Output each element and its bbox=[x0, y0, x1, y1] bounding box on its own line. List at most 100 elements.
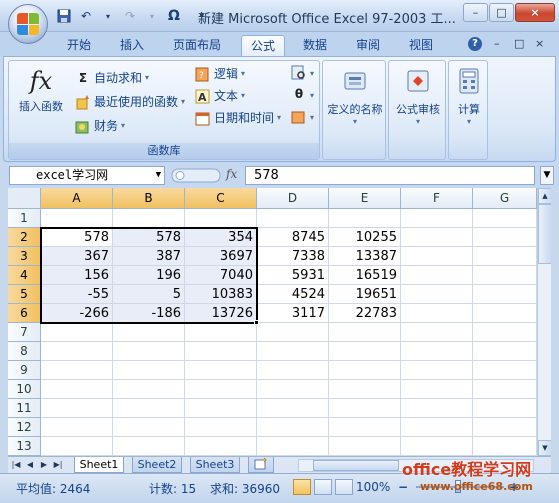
cell-g6[interactable] bbox=[473, 304, 537, 323]
cell-g2[interactable] bbox=[473, 228, 537, 247]
name-box[interactable]: excel学习网 ▼ bbox=[9, 166, 165, 185]
cell-g9[interactable] bbox=[473, 361, 537, 380]
expand-formula-bar-button[interactable]: ▼ bbox=[540, 166, 554, 185]
column-header-e[interactable]: E bbox=[329, 188, 401, 209]
cell-c1[interactable] bbox=[185, 209, 257, 228]
cell-e6[interactable]: 22783 bbox=[329, 304, 401, 323]
redo-button[interactable]: ↷ bbox=[120, 7, 140, 25]
row-header-4[interactable]: 4 bbox=[8, 266, 41, 285]
more-functions-button[interactable]: ▾ bbox=[291, 109, 314, 125]
dropdown-icon[interactable]: ▾ bbox=[98, 7, 118, 25]
cell-e13[interactable] bbox=[329, 437, 401, 456]
financial-button[interactable]: 财务 ▾ bbox=[75, 117, 125, 134]
office-button[interactable] bbox=[8, 4, 48, 44]
cell-d9[interactable] bbox=[257, 361, 329, 380]
prev-sheet-icon[interactable]: ◀ bbox=[24, 459, 36, 471]
column-header-a[interactable]: A bbox=[41, 188, 113, 209]
column-header-f[interactable]: F bbox=[401, 188, 473, 209]
column-header-d[interactable]: D bbox=[257, 188, 329, 209]
cell-f8[interactable] bbox=[401, 342, 473, 361]
cell-a12[interactable] bbox=[41, 418, 113, 437]
defined-names-button[interactable]: 定义的名称 ▾ bbox=[325, 67, 385, 126]
dropdown-icon[interactable]: ▾ bbox=[142, 7, 162, 25]
cell-f5[interactable] bbox=[401, 285, 473, 304]
cell-e11[interactable] bbox=[329, 399, 401, 418]
cell-e10[interactable] bbox=[329, 380, 401, 399]
sheet-tab-1[interactable]: Sheet1 bbox=[74, 457, 124, 473]
cell-a11[interactable] bbox=[41, 399, 113, 418]
horizontal-scroll-thumb[interactable] bbox=[313, 460, 399, 471]
cell-c13[interactable] bbox=[185, 437, 257, 456]
ribbon-minimize-button[interactable]: – bbox=[494, 37, 500, 50]
cell-a7[interactable] bbox=[41, 323, 113, 342]
cell-f4[interactable] bbox=[401, 266, 473, 285]
symbol-button[interactable]: Ω bbox=[164, 7, 184, 25]
cell-b12[interactable] bbox=[113, 418, 185, 437]
undo-button[interactable]: ↶ bbox=[76, 7, 96, 25]
vertical-scrollbar[interactable]: ▲ ▼ bbox=[537, 188, 551, 456]
ribbon-close-button[interactable]: × bbox=[535, 37, 544, 50]
cell-g12[interactable] bbox=[473, 418, 537, 437]
column-header-b[interactable]: B bbox=[113, 188, 185, 209]
row-header-11[interactable]: 11 bbox=[8, 399, 41, 418]
cell-f11[interactable] bbox=[401, 399, 473, 418]
calculation-button[interactable]: 计算 ▾ bbox=[451, 67, 487, 126]
select-all-button[interactable] bbox=[8, 188, 41, 209]
column-header-g[interactable]: G bbox=[473, 188, 537, 209]
cell-a3[interactable]: 367 bbox=[41, 247, 113, 266]
cell-b2[interactable]: 578 bbox=[113, 228, 185, 247]
maximize-button[interactable]: □ bbox=[489, 3, 514, 22]
cell-g7[interactable] bbox=[473, 323, 537, 342]
scroll-thumb[interactable] bbox=[538, 204, 551, 264]
cell-b3[interactable]: 387 bbox=[113, 247, 185, 266]
row-header-5[interactable]: 5 bbox=[8, 285, 41, 304]
cell-b1[interactable] bbox=[113, 209, 185, 228]
cell-g4[interactable] bbox=[473, 266, 537, 285]
cell-c6[interactable]: 13726 bbox=[185, 304, 257, 323]
cell-g10[interactable] bbox=[473, 380, 537, 399]
cell-d10[interactable] bbox=[257, 380, 329, 399]
cell-f2[interactable] bbox=[401, 228, 473, 247]
cell-a2[interactable]: 578 bbox=[41, 228, 113, 247]
cell-e3[interactable]: 13387 bbox=[329, 247, 401, 266]
tab-formulas[interactable]: 公式 bbox=[241, 35, 285, 56]
cell-a9[interactable] bbox=[41, 361, 113, 380]
last-sheet-icon[interactable]: ▶| bbox=[52, 459, 64, 471]
cell-b8[interactable] bbox=[113, 342, 185, 361]
cell-b4[interactable]: 196 bbox=[113, 266, 185, 285]
tab-page-layout[interactable]: 页面布局 bbox=[163, 35, 231, 56]
row-header-13[interactable]: 13 bbox=[8, 437, 41, 456]
cell-b10[interactable] bbox=[113, 380, 185, 399]
cell-g13[interactable] bbox=[473, 437, 537, 456]
normal-view-icon[interactable] bbox=[293, 479, 311, 495]
cell-c10[interactable] bbox=[185, 380, 257, 399]
autosum-button[interactable]: Σ 自动求和 ▾ bbox=[75, 69, 149, 86]
cell-d5[interactable]: 4524 bbox=[257, 285, 329, 304]
fill-handle[interactable] bbox=[254, 320, 259, 325]
cell-c3[interactable]: 3697 bbox=[185, 247, 257, 266]
zoom-level[interactable]: 100% bbox=[356, 480, 390, 494]
cell-e5[interactable]: 19651 bbox=[329, 285, 401, 304]
row-header-3[interactable]: 3 bbox=[8, 247, 41, 266]
tab-view[interactable]: 视图 bbox=[399, 35, 443, 56]
cell-g8[interactable] bbox=[473, 342, 537, 361]
page-layout-view-icon[interactable] bbox=[314, 479, 332, 495]
cell-b5[interactable]: 5 bbox=[113, 285, 185, 304]
cell-f6[interactable] bbox=[401, 304, 473, 323]
cell-g1[interactable] bbox=[473, 209, 537, 228]
row-header-8[interactable]: 8 bbox=[8, 342, 41, 361]
insert-function-icon[interactable]: fx bbox=[226, 167, 237, 181]
tab-home[interactable]: 开始 bbox=[57, 35, 101, 56]
insert-sheet-button[interactable] bbox=[248, 457, 274, 473]
math-trig-button[interactable]: θ ▾ bbox=[291, 87, 314, 103]
cell-e8[interactable] bbox=[329, 342, 401, 361]
row-header-7[interactable]: 7 bbox=[8, 323, 41, 342]
save-icon[interactable] bbox=[54, 7, 74, 25]
sheet-tab-3[interactable]: Sheet3 bbox=[190, 457, 240, 473]
next-sheet-icon[interactable]: ▶ bbox=[38, 459, 50, 471]
cell-g5[interactable] bbox=[473, 285, 537, 304]
tab-review[interactable]: 审阅 bbox=[346, 35, 390, 56]
row-header-9[interactable]: 9 bbox=[8, 361, 41, 380]
row-header-1[interactable]: 1 bbox=[8, 209, 41, 228]
cell-c8[interactable] bbox=[185, 342, 257, 361]
